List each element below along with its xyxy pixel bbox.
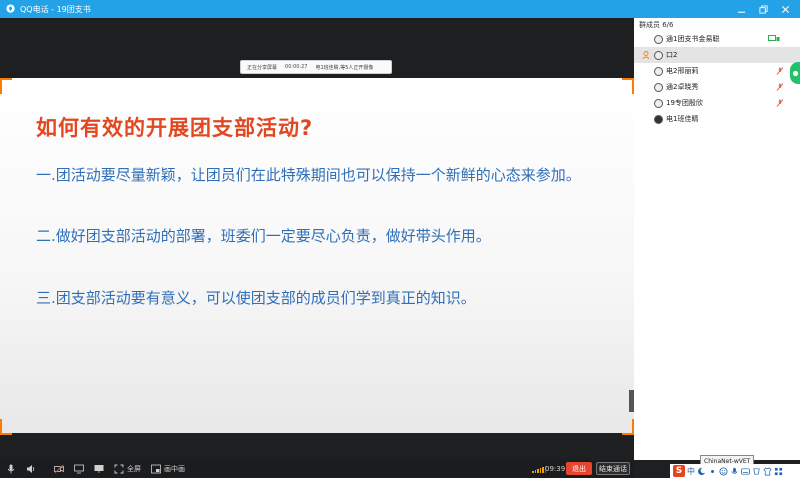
ime-toolbar[interactable]: S 中	[670, 464, 800, 478]
slide-point-1: 一.团活动要尽量新颖，让团员们在此特殊期间也可以保持一个新鲜的心态来参加。	[36, 166, 581, 184]
avatar	[654, 50, 663, 60]
monitor-icon	[94, 465, 104, 473]
ime-mode[interactable]: 中	[687, 466, 695, 477]
camera-off-icon	[54, 464, 64, 474]
avatar	[654, 34, 663, 44]
frame-corner-bottom-right	[622, 419, 634, 435]
voice-input-icon[interactable]	[730, 467, 739, 476]
network-signal	[532, 460, 546, 478]
side-expand-tab[interactable]	[790, 62, 800, 84]
mic-muted-icon	[776, 83, 784, 91]
share-status-text: 正在分享屏幕	[247, 64, 278, 71]
minimize-icon	[737, 11, 745, 13]
share-notice: 电1班佳睛,等5人正开摄像	[315, 64, 374, 71]
avatar	[654, 98, 663, 108]
exit-button[interactable]: 退出	[566, 462, 592, 475]
avatar	[654, 66, 663, 76]
window-title-separator: -	[48, 4, 57, 14]
dot-icon[interactable]	[708, 467, 717, 476]
screen-share-status-bar[interactable]: 正在分享屏幕 00:00:27 电1班佳睛,等5人正开摄像	[240, 60, 392, 74]
owner-person-icon	[642, 51, 650, 59]
signal-bars-icon	[532, 465, 546, 473]
member-name: 通2卓晓秀	[666, 83, 699, 91]
slide-point-3: 三.团支部活动要有意义，可以使团支部的成员们学到真正的知识。	[36, 289, 476, 307]
member-count-header: 群成员 6/6	[639, 21, 674, 29]
keyboard-icon[interactable]	[741, 467, 750, 476]
camera-off-button[interactable]	[54, 460, 64, 478]
mic-muted-icon	[776, 67, 784, 75]
end-call-button[interactable]: 结束通话	[596, 462, 630, 475]
shared-screen-stage: 正在分享屏幕 00:00:27 电1班佳睛,等5人正开摄像 如何有效的开展团支部…	[0, 18, 634, 460]
picture-in-picture-label: 画中画	[164, 465, 185, 473]
member-row[interactable]: 电1班佳睛	[634, 111, 800, 127]
emoji-icon[interactable]	[719, 466, 728, 476]
title-bar: QQ电话 - 19团支书	[0, 0, 800, 18]
frame-corner-bottom-left	[0, 419, 12, 435]
qq-call-app-icon	[6, 3, 15, 13]
picture-in-picture-icon	[151, 464, 161, 474]
restore-icon	[758, 4, 768, 14]
fullscreen-button[interactable]: 全屏	[114, 460, 141, 478]
share-timer: 00:00:27	[285, 64, 308, 70]
slide-point-2: 二.做好团支部活动的部署，班委们一定要尽心负责，做好带头作用。	[36, 227, 491, 245]
speaker-button[interactable]	[26, 460, 36, 478]
window-title-app: QQ电话	[20, 4, 49, 14]
close-icon	[781, 5, 789, 13]
fullscreen-label: 全屏	[127, 465, 141, 473]
share-screen-button[interactable]	[74, 460, 84, 478]
member-row[interactable]: 口2	[634, 47, 800, 63]
member-name: 通1团支书金易聪	[666, 35, 720, 43]
window-title-group: 19团支书	[56, 4, 91, 14]
grid-menu-icon[interactable]	[774, 467, 783, 476]
close-button[interactable]	[774, 0, 796, 18]
mic-muted-icon	[776, 99, 784, 107]
slide-title: 如何有效的开展团支部活动?	[36, 116, 314, 140]
member-row[interactable]: 通2卓晓秀	[634, 79, 800, 95]
member-row[interactable]: 通1团支书金易聪	[634, 31, 800, 47]
sogou-ime-logo: S	[673, 465, 685, 477]
call-toolbar: 全屏 画中画 09:39 退出 结束通话	[0, 460, 634, 478]
shirt-icon[interactable]	[763, 466, 772, 476]
skin-icon[interactable]	[752, 467, 761, 476]
moon-punctuation-icon[interactable]	[697, 467, 706, 476]
microphone-icon	[7, 464, 15, 474]
member-name: 口2	[666, 51, 678, 59]
picture-in-picture-button[interactable]: 画中画	[151, 460, 185, 478]
minimize-button[interactable]	[730, 0, 752, 18]
member-name: 电1班佳睛	[666, 115, 699, 123]
window-controls	[730, 0, 796, 18]
member-panel: 群成员 6/6 通1团支书金易聪 口2 电2邢丽莉 通2卓晓秀 19专团殷欣 电…	[634, 18, 800, 460]
chat-bubble-icon	[792, 70, 799, 76]
member-name: 19专团殷欣	[666, 99, 703, 107]
frame-corner-top-left	[0, 78, 12, 94]
fullscreen-icon	[114, 464, 124, 474]
speaker-icon	[27, 465, 35, 473]
member-row[interactable]: 19专团殷欣	[634, 95, 800, 111]
share-screen-icon	[74, 464, 84, 474]
frame-corner-top-right	[622, 78, 634, 94]
call-duration: 09:39	[545, 465, 566, 473]
member-name: 电2邢丽莉	[666, 67, 699, 75]
present-button[interactable]	[94, 460, 104, 478]
screen-sharing-icon	[768, 35, 780, 41]
restore-button[interactable]	[752, 0, 774, 18]
member-row[interactable]: 电2邢丽莉	[634, 63, 800, 79]
mic-button[interactable]	[6, 460, 16, 478]
avatar	[654, 114, 663, 124]
avatar	[654, 82, 663, 92]
